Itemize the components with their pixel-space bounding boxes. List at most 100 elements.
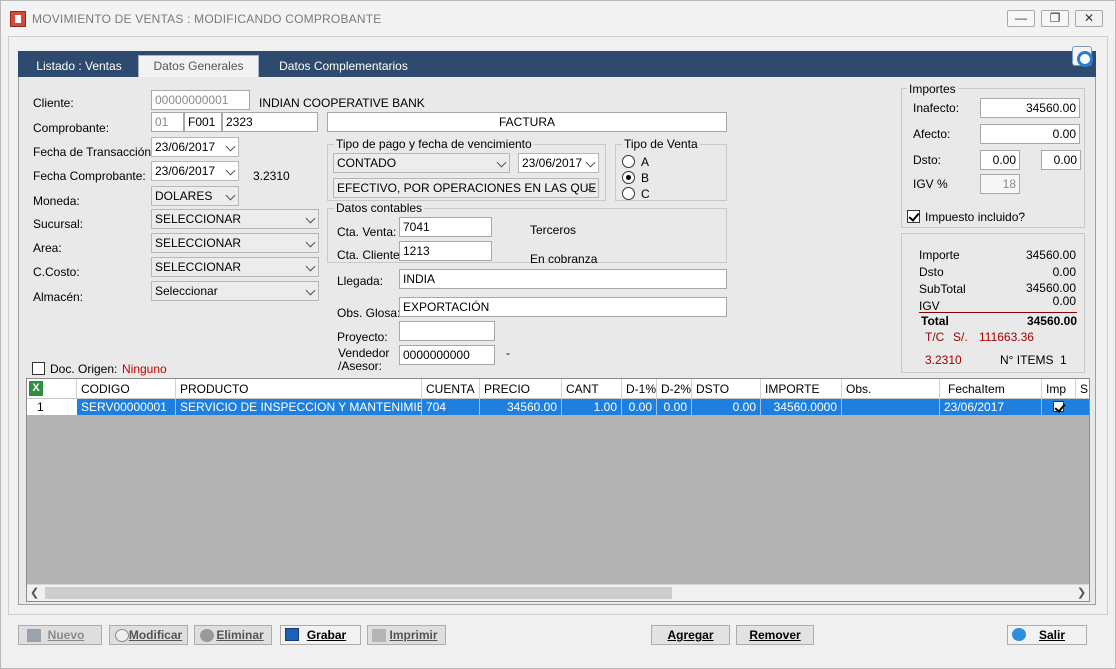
area-value: SELECCIONAR (155, 236, 242, 250)
ccosto-value: SELECCIONAR (155, 260, 242, 274)
col-codigo[interactable]: CODIGO (77, 379, 176, 399)
col-obs[interactable]: Obs. (842, 379, 940, 399)
chevron-down-icon (496, 157, 507, 168)
col-producto[interactable]: PRODUCTO (176, 379, 422, 399)
col-d1[interactable]: D-1% (622, 379, 657, 399)
cell-d2[interactable]: 0.00 (657, 399, 692, 415)
proyecto-field[interactable] (399, 321, 495, 341)
tipo-pago-title: Tipo de pago y fecha de vencimiento (334, 137, 534, 151)
agregar-button[interactable]: Agregar (651, 625, 730, 645)
cell-importe[interactable]: 34560.0000 (761, 399, 842, 415)
cliente-code-field[interactable]: 00000000001 (151, 90, 250, 110)
printer-icon (372, 629, 386, 642)
imprimir-button[interactable]: Imprimir (367, 625, 446, 645)
fecha-transaccion-label: Fecha de Transacción: (33, 145, 155, 159)
tab-datos-generales[interactable]: Datos Generales (138, 55, 259, 77)
cell-producto[interactable]: SERVICIO DE INSPECCION Y MANTENIMIEN... (176, 399, 422, 415)
row-number[interactable]: 1 (27, 399, 77, 415)
tab-datos-complementarios[interactable]: Datos Complementarios (272, 56, 415, 77)
llegada-field[interactable]: INDIA (399, 269, 727, 289)
chevron-down-icon (225, 165, 236, 176)
cell-imp-checkbox[interactable] (1053, 401, 1064, 412)
almacen-select[interactable]: Seleccionar (151, 281, 319, 301)
inafecto-field[interactable]: 34560.00 (980, 98, 1080, 118)
cell-fecha[interactable]: 23/06/2017 (940, 399, 1042, 415)
col-imp[interactable]: Imp (1042, 379, 1076, 399)
gear-icon[interactable] (1072, 46, 1093, 67)
scroll-left-icon[interactable]: ❮ (30, 586, 39, 599)
doc-origen-value: Ninguno (122, 362, 167, 376)
col-d2[interactable]: D-2% (657, 379, 692, 399)
grid-header-spacer (45, 379, 77, 399)
tipo-venta-radio-c[interactable] (622, 187, 635, 200)
grabar-button[interactable]: Grabar (280, 625, 361, 645)
salir-button[interactable]: Salir (1007, 625, 1087, 645)
modificar-button[interactable]: Modificar (109, 625, 188, 645)
doc-origen-checkbox[interactable] (32, 362, 45, 375)
comprobante-serie-field[interactable]: F001 (184, 112, 222, 132)
area-label: Area: (33, 241, 62, 255)
minimize-button[interactable]: — (1007, 10, 1035, 27)
comprobante-tipo-field[interactable]: 01 (151, 112, 184, 132)
cta-venta-field[interactable]: 7041 (399, 217, 492, 237)
scroll-right-icon[interactable]: ❯ (1077, 586, 1086, 599)
fecha-comprobante-picker[interactable]: 23/06/2017 (151, 161, 239, 181)
cell-dsto[interactable]: 0.00 (692, 399, 761, 415)
cell-cuenta[interactable]: 704 (422, 399, 480, 415)
col-fechaitem[interactable]: FechaItem (940, 379, 1042, 399)
cell-d1[interactable]: 0.00 (622, 399, 657, 415)
moneda-select[interactable]: DOLARES (151, 186, 239, 206)
summary-importe-value: 34560.00 (1025, 248, 1076, 262)
ccosto-select[interactable]: SELECCIONAR (151, 257, 319, 277)
cell-codigo[interactable]: SERV00000001 (77, 399, 176, 415)
medio-pago-select[interactable]: EFECTIVO, POR OPERACIONES EN LAS QUE NO (333, 178, 599, 198)
almacen-label: Almacén: (33, 290, 84, 304)
fecha-transaccion-picker[interactable]: 23/06/2017 (151, 137, 239, 157)
sucursal-select[interactable]: SELECCIONAR (151, 209, 319, 229)
sucursal-label: Sucursal: (33, 217, 84, 231)
cta-cliente-field[interactable]: 1213 (399, 241, 492, 261)
chevron-down-icon (305, 261, 316, 272)
importes-title: Importes (907, 82, 958, 96)
impuesto-incluido-checkbox[interactable] (907, 210, 920, 223)
vendedor-label: Vendedor (338, 346, 390, 360)
cell-obs[interactable] (842, 399, 940, 415)
remover-button[interactable]: Remover (736, 625, 814, 645)
cell-cant[interactable]: 1.00 (562, 399, 622, 415)
eliminar-button[interactable]: Eliminar (194, 625, 272, 645)
moneda-value: DOLARES (155, 189, 213, 203)
col-precio[interactable]: PRECIO (480, 379, 562, 399)
scroll-thumb[interactable] (45, 587, 672, 599)
impuesto-incluido-label: Impuesto incluido? (925, 210, 1026, 224)
new-doc-icon (27, 629, 41, 642)
area-select[interactable]: SELECCIONAR (151, 233, 319, 253)
col-cuenta[interactable]: CUENTA (422, 379, 480, 399)
afecto-field[interactable]: 0.00 (980, 124, 1080, 144)
col-s[interactable]: S (1076, 379, 1089, 399)
moneda-label: Moneda: (33, 194, 80, 208)
dsto1-field[interactable]: 0.00 (980, 150, 1020, 170)
excel-export-icon[interactable]: X (29, 381, 43, 396)
tipo-pago-select[interactable]: CONTADO (333, 153, 510, 173)
tipo-venta-radio-a[interactable] (622, 155, 635, 168)
nuevo-button[interactable]: Nuevo (18, 625, 102, 645)
dsto2-field[interactable]: 0.00 (1041, 150, 1081, 170)
fecha-comprobante-label: Fecha Comprobante: (33, 169, 146, 183)
summary-igv-value: 0.00 (1052, 294, 1076, 308)
col-cant[interactable]: CANT (562, 379, 622, 399)
summary-items-label: N° ITEMS (1000, 353, 1054, 367)
col-dsto[interactable]: DSTO (692, 379, 761, 399)
vendedor-field[interactable]: 0000000000 (399, 345, 495, 365)
close-button[interactable]: ✕ (1075, 10, 1103, 27)
grabar-label: Grabar (306, 628, 347, 642)
col-importe[interactable]: IMPORTE (761, 379, 842, 399)
cell-precio[interactable]: 34560.00 (480, 399, 562, 415)
comprobante-numero-field[interactable]: 2323 (222, 112, 318, 132)
tipo-venta-radio-b[interactable] (622, 171, 635, 184)
obs-glosa-field[interactable]: EXPORTACIÓN (399, 297, 727, 317)
fecha-vencimiento-picker[interactable]: 23/06/2017 (518, 153, 599, 173)
app-icon (10, 11, 26, 27)
fecha-transaccion-value: 23/06/2017 (155, 140, 216, 154)
tab-listado-ventas[interactable]: Listado : Ventas (28, 56, 130, 77)
restore-button[interactable]: ❐ (1041, 10, 1069, 27)
